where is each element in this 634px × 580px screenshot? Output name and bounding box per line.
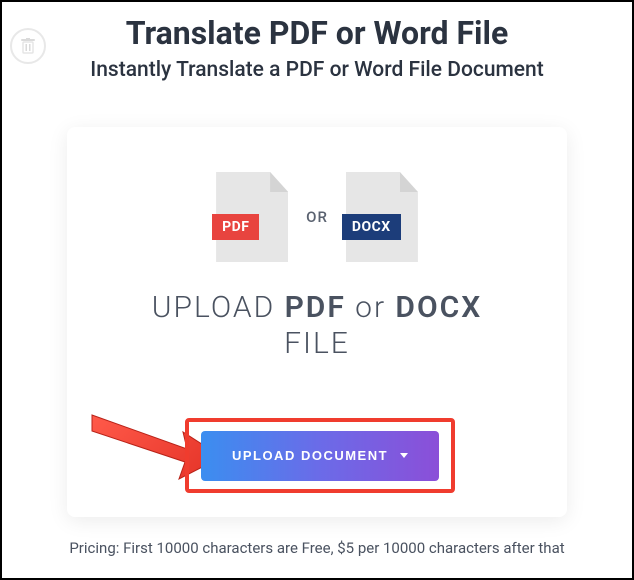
chevron-down-icon <box>400 453 408 458</box>
or-separator: OR <box>306 208 328 226</box>
close-icon <box>21 38 35 54</box>
close-button[interactable] <box>10 28 46 64</box>
docx-label: DOCX <box>342 214 401 240</box>
upload-heading: UPLOAD PDF or DOCX FILE <box>67 290 567 362</box>
pricing-text: Pricing: First 10000 characters are Free… <box>2 539 632 557</box>
upload-document-button[interactable]: UPLOAD DOCUMENT <box>201 431 439 481</box>
highlight-box: UPLOAD DOCUMENT <box>185 418 455 493</box>
file-icons-row: PDF OR DOCX <box>67 172 567 262</box>
upload-button-label: UPLOAD DOCUMENT <box>232 448 388 463</box>
upload-card: PDF OR DOCX UPLOAD PDF or DOCX FILE UPLO… <box>67 127 567 517</box>
page-subtitle: Instantly Translate a PDF or Word File D… <box>2 58 632 82</box>
pdf-file-icon: PDF <box>216 172 288 262</box>
page-title: Translate PDF or Word File <box>2 14 632 52</box>
pdf-label: PDF <box>212 214 259 240</box>
docx-file-icon: DOCX <box>346 172 418 262</box>
